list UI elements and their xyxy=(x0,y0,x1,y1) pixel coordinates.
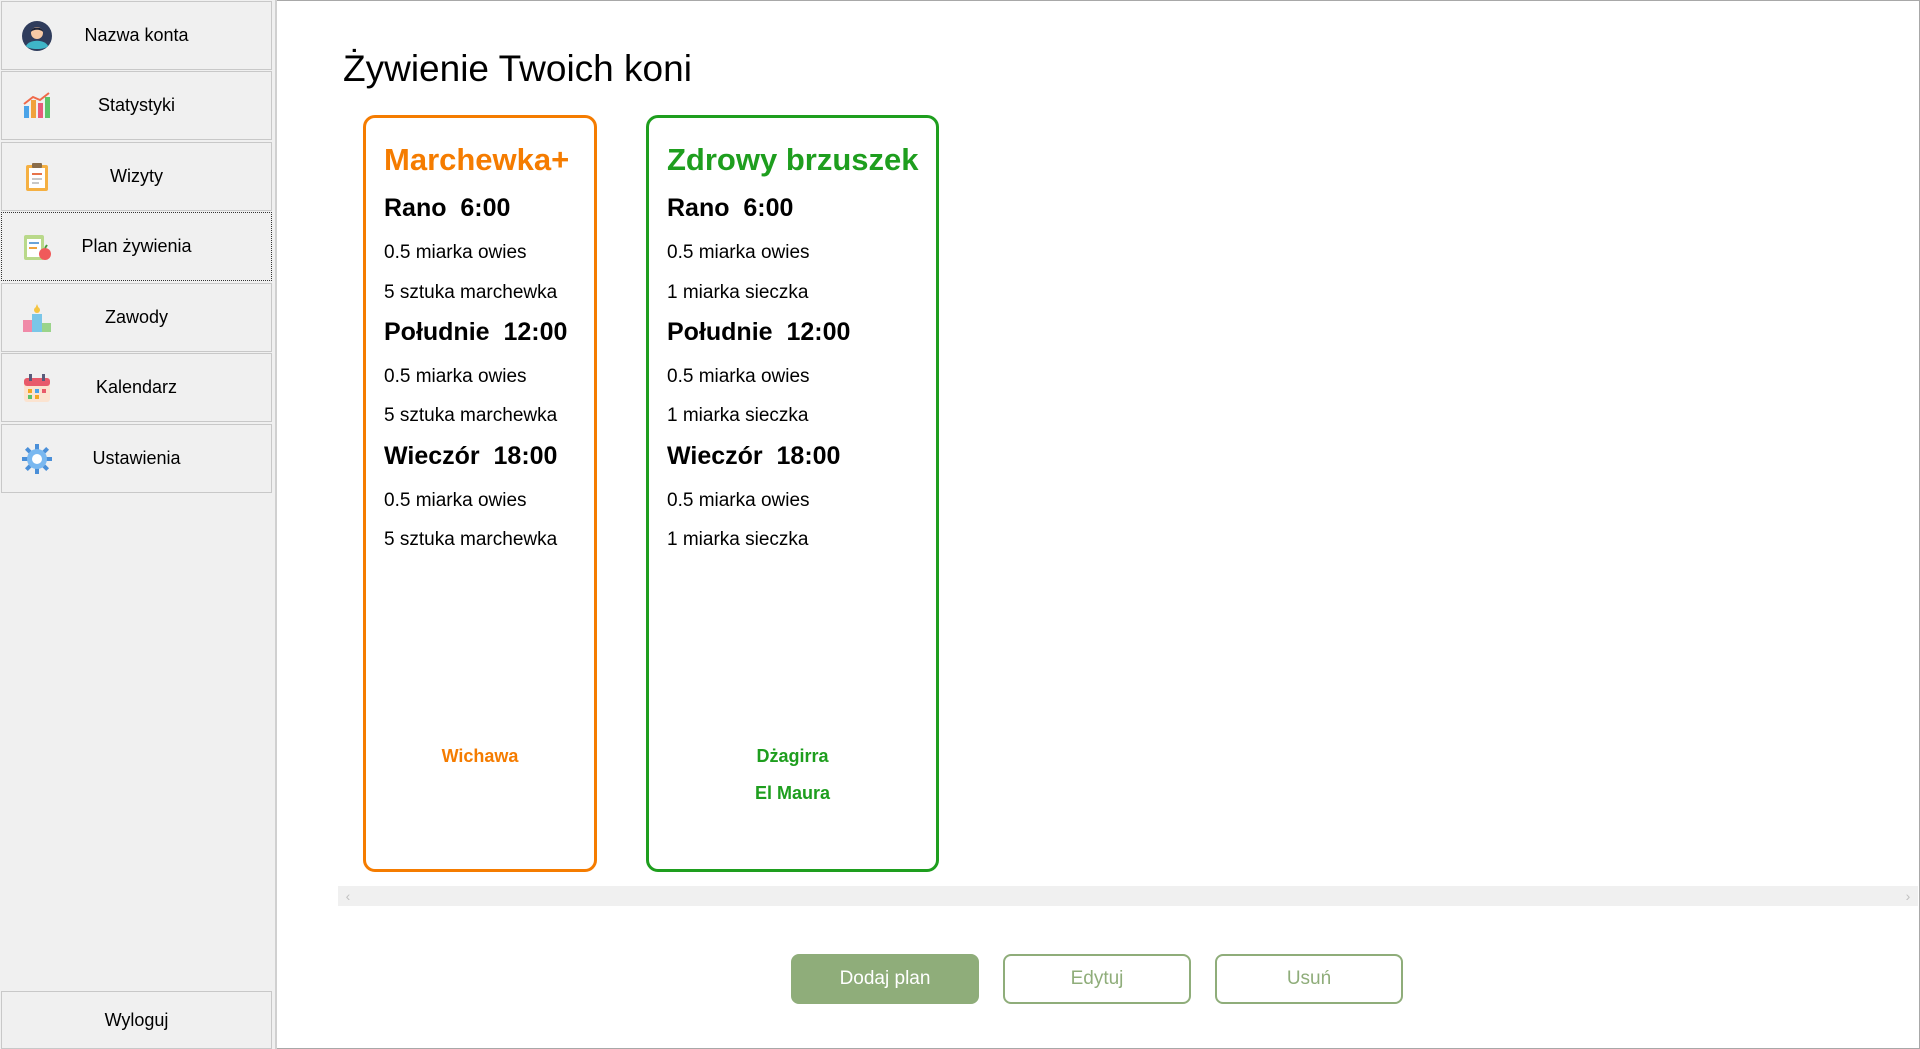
horizontal-scrollbar[interactable]: ‹ › xyxy=(338,886,1918,906)
plan-card-title: Zdrowy brzuszek xyxy=(667,142,919,177)
sidebar-item-label: Plan żywienia xyxy=(81,236,192,256)
plan-card-title: Marchewka+ xyxy=(384,142,570,177)
sidebar-item-account[interactable]: Nazwa konta xyxy=(1,1,272,70)
meal-item: 1 miarka sieczka xyxy=(667,282,809,303)
meal-item: 5 sztuka marchewka xyxy=(384,282,558,303)
meal-item: 0.5 miarka owies xyxy=(667,242,810,263)
sidebar: Nazwa konta Statystyki Wizyty Plan żywie… xyxy=(0,0,277,1049)
sidebar-item-label: Ustawienia xyxy=(92,448,181,468)
sidebar-item-label: Zawody xyxy=(104,307,169,327)
logout-button[interactable]: Wyloguj xyxy=(1,991,272,1049)
meal-heading: Południe 12:00 xyxy=(667,318,851,346)
sidebar-item-nutrition-plan[interactable]: Plan żywienia xyxy=(1,212,272,281)
sidebar-item-label: Kalendarz xyxy=(95,377,178,397)
meal-item: 0.5 miarka owies xyxy=(384,490,527,511)
scroll-left-icon[interactable]: ‹ xyxy=(338,886,358,906)
meal-heading: Rano 6:00 xyxy=(384,194,511,222)
add-plan-button[interactable]: Dodaj plan xyxy=(791,954,979,1004)
page-title: Żywienie Twoich koni xyxy=(343,48,692,89)
meal-item: 0.5 miarka owies xyxy=(384,242,527,263)
sidebar-item-label: Nazwa konta xyxy=(84,25,189,45)
sidebar-item-label: Statystyki xyxy=(97,95,176,115)
assigned-horse: Dżagirra xyxy=(756,746,829,766)
assigned-horse: El Maura xyxy=(754,783,831,803)
sidebar-item-calendar[interactable]: Kalendarz xyxy=(1,353,272,422)
plan-card-marchewka[interactable]: Marchewka+ Rano 6:00 0.5 miarka owies 5 … xyxy=(363,115,597,872)
sidebar-item-visits[interactable]: Wizyty xyxy=(1,142,272,211)
sidebar-item-settings[interactable]: Ustawienia xyxy=(1,424,272,493)
sidebar-item-label: Wizyty xyxy=(110,166,163,186)
delete-button[interactable]: Usuń xyxy=(1215,954,1403,1004)
meal-heading: Rano 6:00 xyxy=(667,194,794,222)
meal-item: 0.5 miarka owies xyxy=(667,366,810,387)
sidebar-item-competitions[interactable]: Zawody xyxy=(1,283,272,352)
meal-heading: Wieczór 18:00 xyxy=(384,442,558,470)
meal-item: 5 sztuka marchewka xyxy=(384,529,558,550)
meal-item: 5 sztuka marchewka xyxy=(384,405,558,426)
edit-button[interactable]: Edytuj xyxy=(1003,954,1191,1004)
meal-item: 0.5 miarka owies xyxy=(667,490,810,511)
meal-item: 1 miarka sieczka xyxy=(667,529,809,550)
meal-item: 1 miarka sieczka xyxy=(667,405,809,426)
assigned-horse: Wichawa xyxy=(441,746,519,766)
meal-heading: Wieczór 18:00 xyxy=(667,442,841,470)
plan-card-zdrowy-brzuszek[interactable]: Zdrowy brzuszek Rano 6:00 0.5 miarka owi… xyxy=(646,115,939,872)
scroll-right-icon[interactable]: › xyxy=(1898,886,1918,906)
meal-heading: Południe 12:00 xyxy=(384,318,568,346)
meal-item: 0.5 miarka owies xyxy=(384,366,527,387)
sidebar-item-statistics[interactable]: Statystyki xyxy=(1,71,272,140)
